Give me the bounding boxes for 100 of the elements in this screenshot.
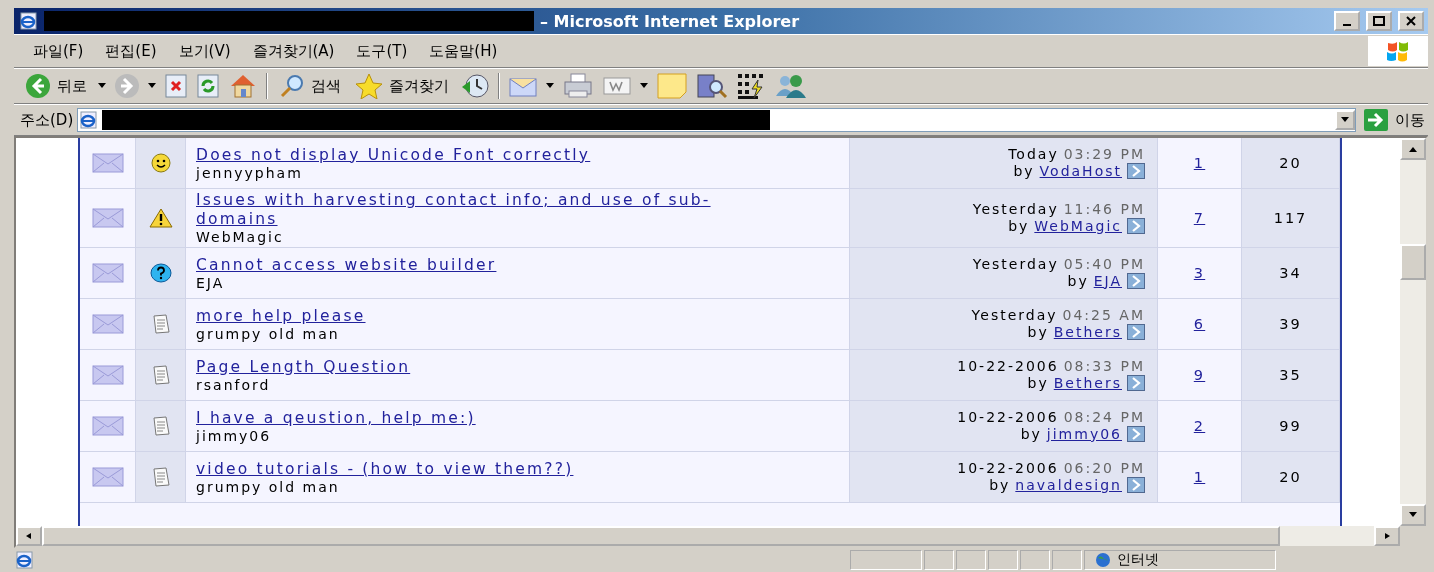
people-icon[interactable] [774, 72, 808, 100]
status-pane [956, 550, 986, 570]
by-label: by [1008, 218, 1030, 234]
address-field[interactable] [77, 108, 1356, 132]
status-pane [1020, 550, 1050, 570]
scroll-up-button[interactable] [1400, 138, 1426, 160]
binary-icon[interactable] [736, 72, 766, 100]
arrow-left-icon [25, 533, 33, 539]
back-button[interactable]: 뒤로 [22, 73, 90, 99]
favorites-button[interactable]: 즐겨찾기 [352, 73, 452, 99]
last-poster-link[interactable]: Bethers [1053, 322, 1122, 342]
dropdown-button[interactable] [1335, 110, 1355, 130]
last-poster-link[interactable]: VodaHost [1039, 161, 1122, 181]
status-pane [988, 550, 1018, 570]
envelope-icon [91, 153, 124, 173]
search-icon [279, 73, 305, 99]
scroll-right-button[interactable] [1374, 526, 1400, 546]
back-icon [25, 73, 51, 99]
by-label: by [989, 477, 1011, 493]
caret-icon [1341, 117, 1349, 123]
thread-title-link[interactable]: I have a qeustion, help me:) [196, 408, 476, 428]
last-post-time: 08:33 PM [1063, 357, 1145, 374]
last-poster-link[interactable]: WebMagic [1034, 216, 1122, 236]
document-icon [151, 314, 170, 334]
history-icon[interactable] [460, 73, 490, 99]
by-label: by [1067, 273, 1089, 289]
caret-icon [98, 83, 106, 89]
maximize-button[interactable] [1366, 11, 1392, 31]
replies-link[interactable]: 9 [1193, 365, 1206, 385]
printer-icon[interactable] [562, 73, 594, 99]
book-search-icon[interactable] [696, 72, 728, 100]
replies-link[interactable]: 1 [1193, 153, 1206, 173]
thread-starter: grumpy old man [196, 478, 340, 495]
menu-item[interactable]: 보기(V) [169, 41, 240, 61]
stop-icon[interactable] [164, 74, 188, 98]
status-pane [1052, 550, 1082, 570]
views-count: 34 [1279, 265, 1302, 281]
last-post-day: Yesterday [971, 306, 1058, 323]
document-icon [151, 365, 170, 385]
menu-item[interactable]: 파일(F) [24, 41, 93, 61]
thread-starter: rsanford [196, 376, 271, 393]
question-icon [149, 263, 172, 283]
close-button[interactable] [1398, 11, 1424, 31]
status-pane [850, 550, 922, 570]
views-count: 99 [1279, 418, 1302, 434]
envelope-icon [91, 416, 124, 436]
last-post-day: 10-22-2006 [957, 408, 1059, 425]
last-post-day: Yesterday [972, 200, 1059, 217]
thread-title-link[interactable]: Cannot access website builder [196, 255, 497, 275]
last-post-day: 10-22-2006 [957, 357, 1059, 374]
thread-starter: WebMagic [196, 229, 284, 245]
scroll-thumb[interactable] [1400, 244, 1426, 280]
views-count: 39 [1279, 316, 1302, 332]
search-button[interactable]: 검색 [276, 73, 344, 99]
scroll-down-button[interactable] [1400, 504, 1426, 526]
envelope-icon [91, 365, 124, 385]
last-post-time: 04:25 AM [1062, 306, 1145, 323]
last-poster-link[interactable]: navaldesign [1015, 475, 1122, 495]
views-count: 35 [1279, 367, 1302, 383]
thread-title-link[interactable]: Page Length Question [196, 357, 411, 377]
last-poster-link[interactable]: EJA [1093, 271, 1122, 291]
replies-link[interactable]: 2 [1193, 416, 1206, 436]
views-count: 20 [1279, 469, 1302, 485]
menu-item[interactable]: 편집(E) [96, 41, 166, 61]
thread-starter: jennyypham [196, 164, 303, 181]
last-post-time: 06:20 PM [1063, 459, 1145, 476]
warning-icon [148, 208, 173, 228]
go-button[interactable]: 이동 [1360, 108, 1428, 132]
caret-icon [1409, 512, 1417, 518]
last-poster-link[interactable]: Bethers [1053, 373, 1122, 393]
last-poster-link[interactable]: jimmy06 [1046, 424, 1122, 444]
envelope-icon [91, 314, 124, 334]
document-icon [151, 467, 170, 487]
thread-title-link[interactable]: more help please [196, 306, 366, 326]
refresh-icon[interactable] [196, 74, 220, 98]
thread-title-link[interactable]: Does not display Unicode Font correctly [196, 145, 591, 165]
envelope-icon [91, 208, 124, 228]
by-label: by [1013, 163, 1035, 179]
menu-item[interactable]: 도구(T) [347, 41, 417, 61]
menu-item[interactable]: 즐겨찾기(A) [243, 41, 344, 61]
address-label: 주소(D) [20, 110, 74, 130]
browser-icon [78, 111, 99, 129]
thread-title-link[interactable]: video tutorials - (how to view them??) [196, 459, 574, 479]
arrow-up-icon [1409, 146, 1417, 152]
zone-label: 인터넷 [1117, 551, 1159, 569]
replies-link[interactable]: 6 [1193, 314, 1206, 334]
replies-link[interactable]: 3 [1193, 263, 1206, 283]
close-icon [1406, 16, 1416, 26]
arrow-right-icon [1383, 533, 1391, 539]
caret-icon [546, 83, 554, 89]
replies-link[interactable]: 1 [1193, 467, 1206, 487]
thread-title-link[interactable]: Issues with harvesting contact info; and use of sub-domains [196, 191, 779, 229]
minimize-button[interactable] [1334, 11, 1360, 31]
browser-icon [18, 12, 38, 30]
envelope-icon [91, 263, 124, 283]
replies-link[interactable]: 7 [1193, 208, 1206, 228]
menu-item[interactable]: 도움말(H) [420, 41, 507, 61]
word-document-icon[interactable] [602, 75, 632, 97]
scroll-left-button[interactable] [16, 526, 42, 546]
status-pane [924, 550, 954, 570]
